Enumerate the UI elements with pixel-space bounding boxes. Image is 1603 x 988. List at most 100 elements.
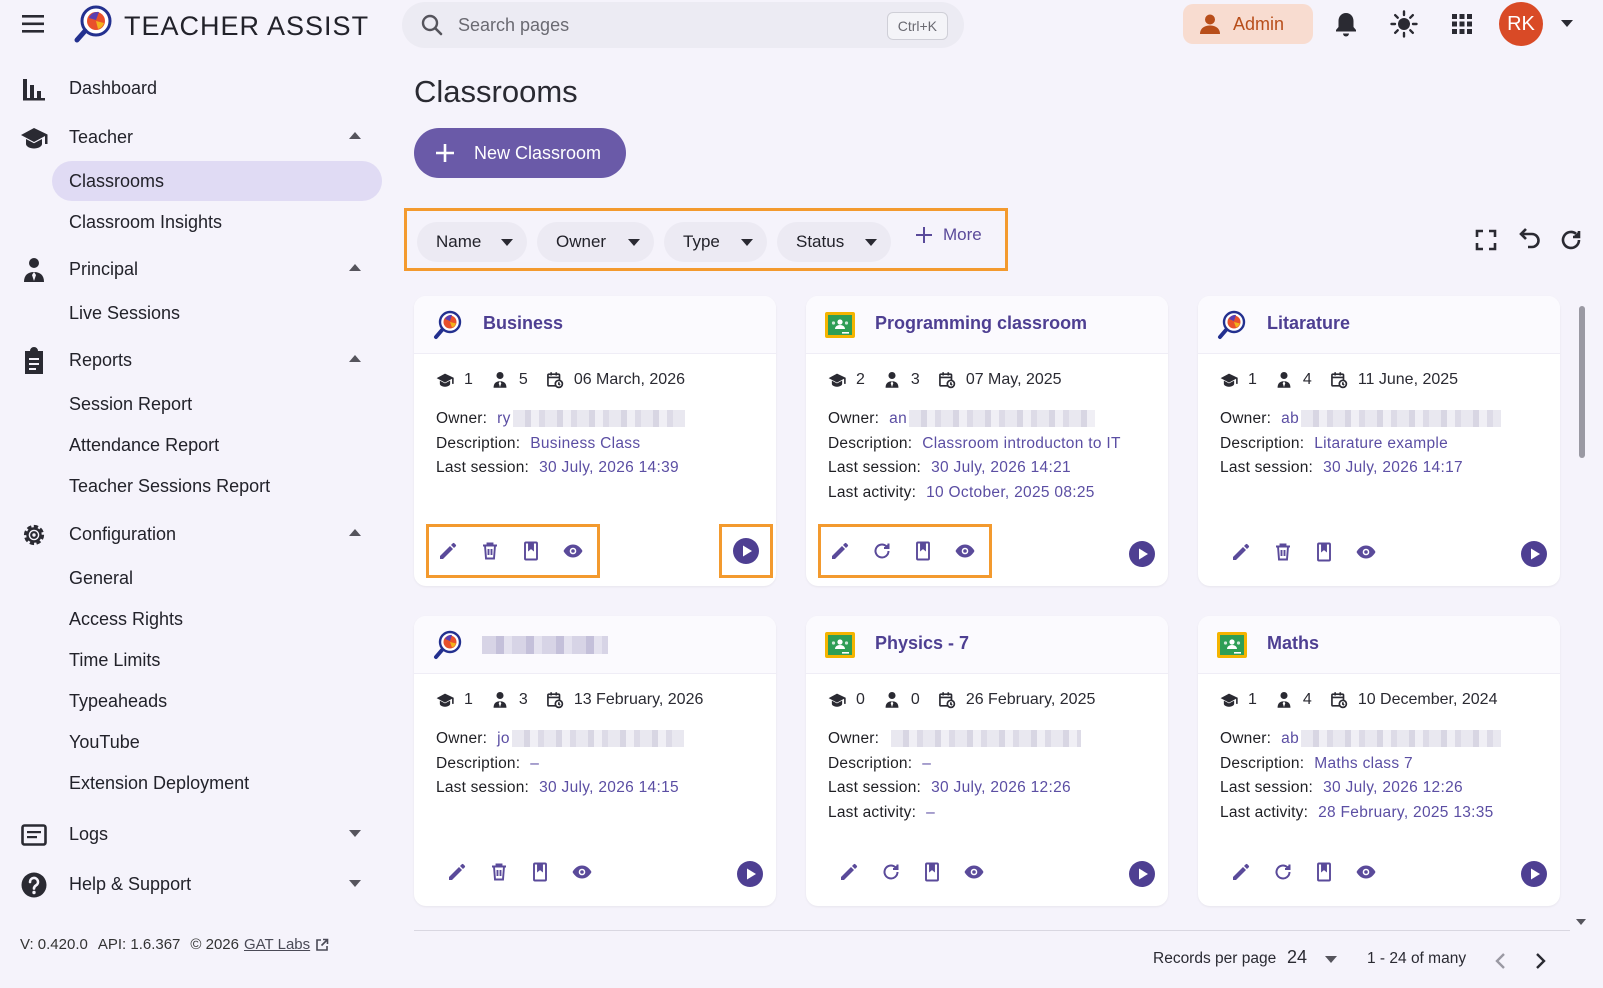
sidebar-item-reports[interactable]: Reports bbox=[0, 340, 390, 380]
sidebar-item-classrooms[interactable]: Classrooms bbox=[52, 161, 382, 201]
menu-icon[interactable] bbox=[20, 12, 48, 36]
scroll-down-arrow-icon[interactable] bbox=[1576, 918, 1586, 926]
delete-icon[interactable] bbox=[479, 540, 501, 562]
delete-icon[interactable] bbox=[488, 861, 510, 883]
previous-page-icon[interactable] bbox=[1494, 952, 1506, 970]
sync-icon[interactable] bbox=[1272, 861, 1294, 883]
bookmark-icon[interactable] bbox=[1313, 861, 1335, 883]
play-icon[interactable] bbox=[1128, 540, 1156, 568]
chevron-up-icon[interactable] bbox=[348, 354, 362, 364]
chevron-down-icon[interactable] bbox=[1325, 955, 1337, 963]
next-page-icon[interactable] bbox=[1535, 952, 1547, 970]
chevron-up-icon[interactable] bbox=[348, 528, 362, 538]
sidebar-item-teacher[interactable]: Teacher bbox=[0, 117, 390, 157]
search-input[interactable] bbox=[458, 11, 858, 39]
sidebar-item-youtube[interactable]: YouTube bbox=[52, 722, 382, 762]
fullscreen-icon[interactable] bbox=[1472, 226, 1500, 254]
scrollbar-thumb[interactable] bbox=[1579, 306, 1585, 458]
undo-icon[interactable] bbox=[1515, 226, 1543, 254]
sidebar-item-live-sessions[interactable]: Live Sessions bbox=[52, 293, 382, 333]
filter-status[interactable]: Status bbox=[777, 222, 891, 262]
filter-owner[interactable]: Owner bbox=[537, 222, 654, 262]
classroom-title[interactable]: Physics - 7 bbox=[875, 633, 969, 654]
sidebar-item-logs[interactable]: Logs bbox=[0, 814, 390, 854]
edit-icon[interactable] bbox=[829, 540, 851, 562]
filter-name[interactable]: Name bbox=[417, 222, 527, 262]
view-icon[interactable] bbox=[954, 540, 976, 562]
classroom-title[interactable]: Maths bbox=[1267, 633, 1319, 654]
teacher-icon bbox=[1275, 371, 1293, 389]
edit-icon[interactable] bbox=[1230, 861, 1252, 883]
card-actions bbox=[426, 524, 600, 578]
classroom-title[interactable]: Litarature bbox=[1267, 313, 1350, 334]
divider bbox=[414, 930, 1570, 931]
chevron-down-icon[interactable] bbox=[348, 878, 362, 888]
classroom-title[interactable]: Business bbox=[483, 313, 563, 334]
sidebar-item-general[interactable]: General bbox=[52, 558, 382, 598]
sidebar-item-typeaheads[interactable]: Typeaheads bbox=[52, 681, 382, 721]
graduation-cap-icon bbox=[436, 371, 454, 389]
role-chip[interactable]: Admin bbox=[1183, 4, 1313, 44]
edit-icon[interactable] bbox=[446, 861, 468, 883]
chevron-down-icon[interactable] bbox=[1560, 18, 1574, 28]
chevron-down-icon[interactable] bbox=[348, 828, 362, 838]
bookmark-icon[interactable] bbox=[529, 861, 551, 883]
more-filters-button[interactable]: More bbox=[915, 225, 982, 245]
play-icon[interactable] bbox=[736, 860, 764, 888]
theme-toggle-icon[interactable] bbox=[1390, 10, 1418, 38]
card-row-last-session: Last session: 30 July, 2026 12:26 bbox=[1220, 779, 1463, 797]
classroom-title-redacted[interactable] bbox=[482, 636, 608, 654]
bell-icon[interactable] bbox=[1332, 10, 1360, 38]
card-row-last-session: Last session: 30 July, 2026 12:26 bbox=[828, 779, 1071, 797]
filter-type[interactable]: Type bbox=[664, 222, 767, 262]
bookmark-icon[interactable] bbox=[520, 540, 542, 562]
gat-labs-link[interactable]: GAT Labs bbox=[244, 936, 310, 953]
edit-icon[interactable] bbox=[437, 540, 459, 562]
play-icon[interactable] bbox=[1128, 860, 1156, 888]
apps-grid-icon[interactable] bbox=[1448, 10, 1476, 38]
bookmark-icon[interactable] bbox=[921, 861, 943, 883]
row-label: Description: bbox=[436, 754, 521, 772]
view-icon[interactable] bbox=[562, 540, 584, 562]
sidebar-item-teacher-sessions-report[interactable]: Teacher Sessions Report bbox=[52, 466, 382, 506]
chevron-up-icon[interactable] bbox=[348, 131, 362, 141]
sidebar-item-access-rights[interactable]: Access Rights bbox=[52, 599, 382, 639]
sync-icon[interactable] bbox=[880, 861, 902, 883]
view-icon[interactable] bbox=[1355, 861, 1377, 883]
avatar[interactable]: RK bbox=[1499, 2, 1543, 46]
brand[interactable]: TEACHER ASSIST bbox=[72, 4, 369, 48]
view-icon[interactable] bbox=[571, 861, 593, 883]
play-icon[interactable] bbox=[1520, 860, 1548, 888]
edit-icon[interactable] bbox=[838, 861, 860, 883]
start-session-button[interactable] bbox=[719, 524, 773, 578]
new-classroom-button[interactable]: New Classroom bbox=[414, 128, 626, 178]
bookmark-icon[interactable] bbox=[1313, 541, 1335, 563]
sidebar-item-time-limits[interactable]: Time Limits bbox=[52, 640, 382, 680]
play-icon[interactable] bbox=[1520, 540, 1548, 568]
card-row-owner: Owner: bbox=[828, 730, 1082, 748]
sidebar-item-extension-deployment[interactable]: Extension Deployment bbox=[52, 763, 382, 803]
bookmark-icon[interactable] bbox=[912, 540, 934, 562]
edit-icon[interactable] bbox=[1230, 541, 1252, 563]
sidebar-item-configuration[interactable]: Configuration bbox=[0, 514, 390, 554]
sidebar-item-principal[interactable]: Principal bbox=[0, 249, 390, 289]
delete-icon[interactable] bbox=[1272, 541, 1294, 563]
row-label: Owner: bbox=[1220, 730, 1272, 747]
row-value: – bbox=[922, 754, 932, 772]
sidebar-item-session-report[interactable]: Session Report bbox=[52, 384, 382, 424]
card-actions bbox=[432, 851, 608, 891]
refresh-icon[interactable] bbox=[1557, 226, 1585, 254]
chevron-up-icon[interactable] bbox=[348, 263, 362, 273]
sync-icon[interactable] bbox=[871, 540, 893, 562]
sidebar-item-attendance-report[interactable]: Attendance Report bbox=[52, 425, 382, 465]
sidebar-item-classroom-insights[interactable]: Classroom Insights bbox=[52, 202, 382, 242]
sidebar-item-help-support[interactable]: Help & Support bbox=[0, 864, 390, 904]
row-value: 28 February, 2025 13:35 bbox=[1318, 803, 1494, 821]
search-bar[interactable]: Ctrl+K bbox=[402, 2, 964, 48]
records-per-page-select[interactable]: 24 bbox=[1287, 947, 1307, 968]
view-icon[interactable] bbox=[1355, 541, 1377, 563]
sidebar-item-dashboard[interactable]: Dashboard bbox=[0, 68, 390, 108]
view-icon[interactable] bbox=[963, 861, 985, 883]
records-per-page-label: Records per page bbox=[1153, 950, 1277, 967]
classroom-title[interactable]: Programming classroom bbox=[875, 313, 1087, 334]
